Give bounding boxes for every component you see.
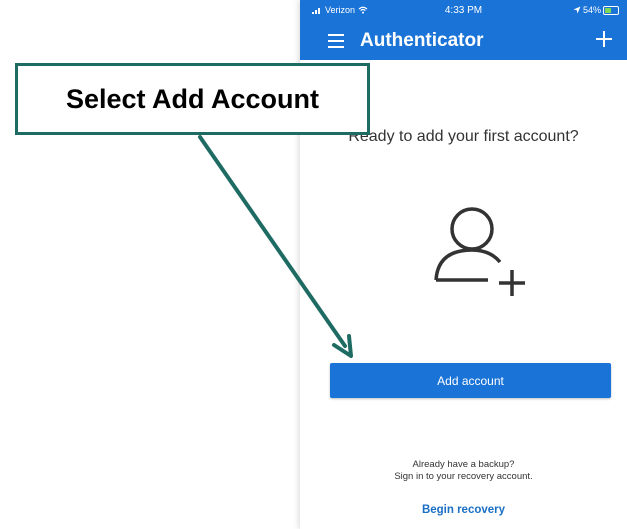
instruction-callout: Select Add Account <box>15 63 370 135</box>
backup-info: Already have a backup? Sign in to your r… <box>300 459 627 483</box>
begin-recovery-link[interactable]: Begin recovery <box>300 504 627 516</box>
backup-line-1: Already have a backup? <box>412 459 515 470</box>
battery-percent: 54% <box>582 5 601 15</box>
battery-indicator: 54% <box>573 5 619 15</box>
app-bar: Authenticator <box>300 22 627 60</box>
add-person-icon <box>434 207 525 296</box>
add-account-button[interactable]: Add account <box>330 363 611 398</box>
backup-line-2: Sign in to your recovery account. <box>394 471 533 482</box>
plus-icon[interactable] <box>595 30 613 48</box>
app-title: Authenticator <box>360 30 484 51</box>
status-bar: Verizon 4:33 PM 54% <box>300 0 627 22</box>
battery-icon <box>603 5 619 15</box>
menu-icon[interactable] <box>328 34 344 48</box>
location-arrow-icon <box>573 6 581 14</box>
